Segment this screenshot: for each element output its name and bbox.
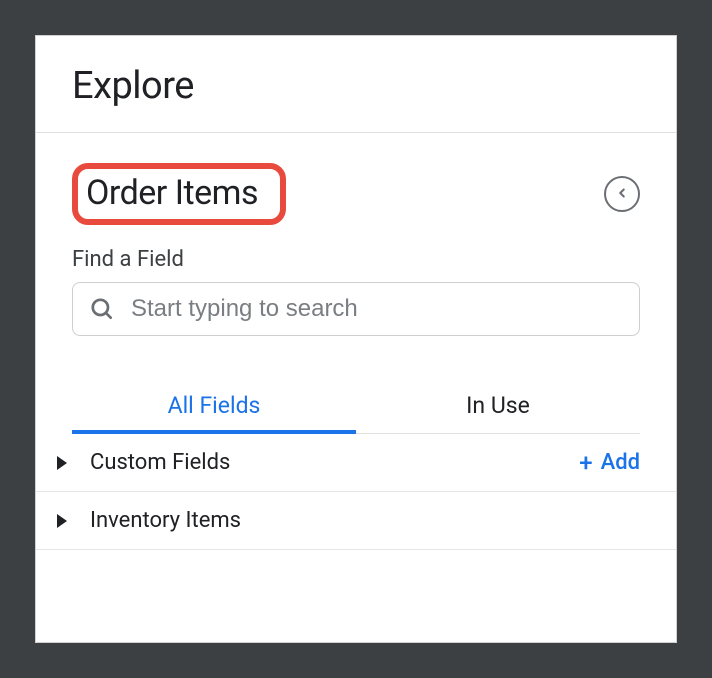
add-custom-field-button[interactable]: + Add xyxy=(579,450,640,475)
add-label: Add xyxy=(601,450,640,475)
collapse-button[interactable] xyxy=(604,176,640,212)
explore-panel: Explore Order Items Find a Field All Fie… xyxy=(35,35,677,643)
caret-right-icon xyxy=(56,514,68,528)
panel-header: Explore xyxy=(36,36,676,133)
field-group-label: Custom Fields xyxy=(90,450,579,475)
field-group-custom-fields[interactable]: Custom Fields + Add xyxy=(36,434,676,492)
field-group-label: Inventory Items xyxy=(90,508,640,533)
explore-name: Order Items xyxy=(86,173,258,213)
search-box[interactable] xyxy=(72,282,640,336)
chevron-left-icon xyxy=(615,185,629,204)
search-icon xyxy=(89,296,115,322)
field-tabs: All Fields In Use xyxy=(72,378,640,434)
plus-icon: + xyxy=(579,451,592,475)
explore-name-highlight: Order Items xyxy=(72,163,286,225)
tab-all-fields[interactable]: All Fields xyxy=(72,378,356,433)
tab-in-use[interactable]: In Use xyxy=(356,378,640,433)
explore-name-row: Order Items xyxy=(72,163,640,225)
field-group-inventory-items[interactable]: Inventory Items xyxy=(36,492,676,550)
search-label: Find a Field xyxy=(72,247,640,272)
panel-title: Explore xyxy=(72,64,640,108)
panel-content: Order Items Find a Field All Fields In U… xyxy=(36,133,676,642)
search-input[interactable] xyxy=(131,295,623,323)
tab-label: All Fields xyxy=(168,392,261,419)
tab-label: In Use xyxy=(466,392,530,419)
field-list: Custom Fields + Add Inventory Items xyxy=(36,434,676,550)
caret-right-icon xyxy=(56,456,68,470)
